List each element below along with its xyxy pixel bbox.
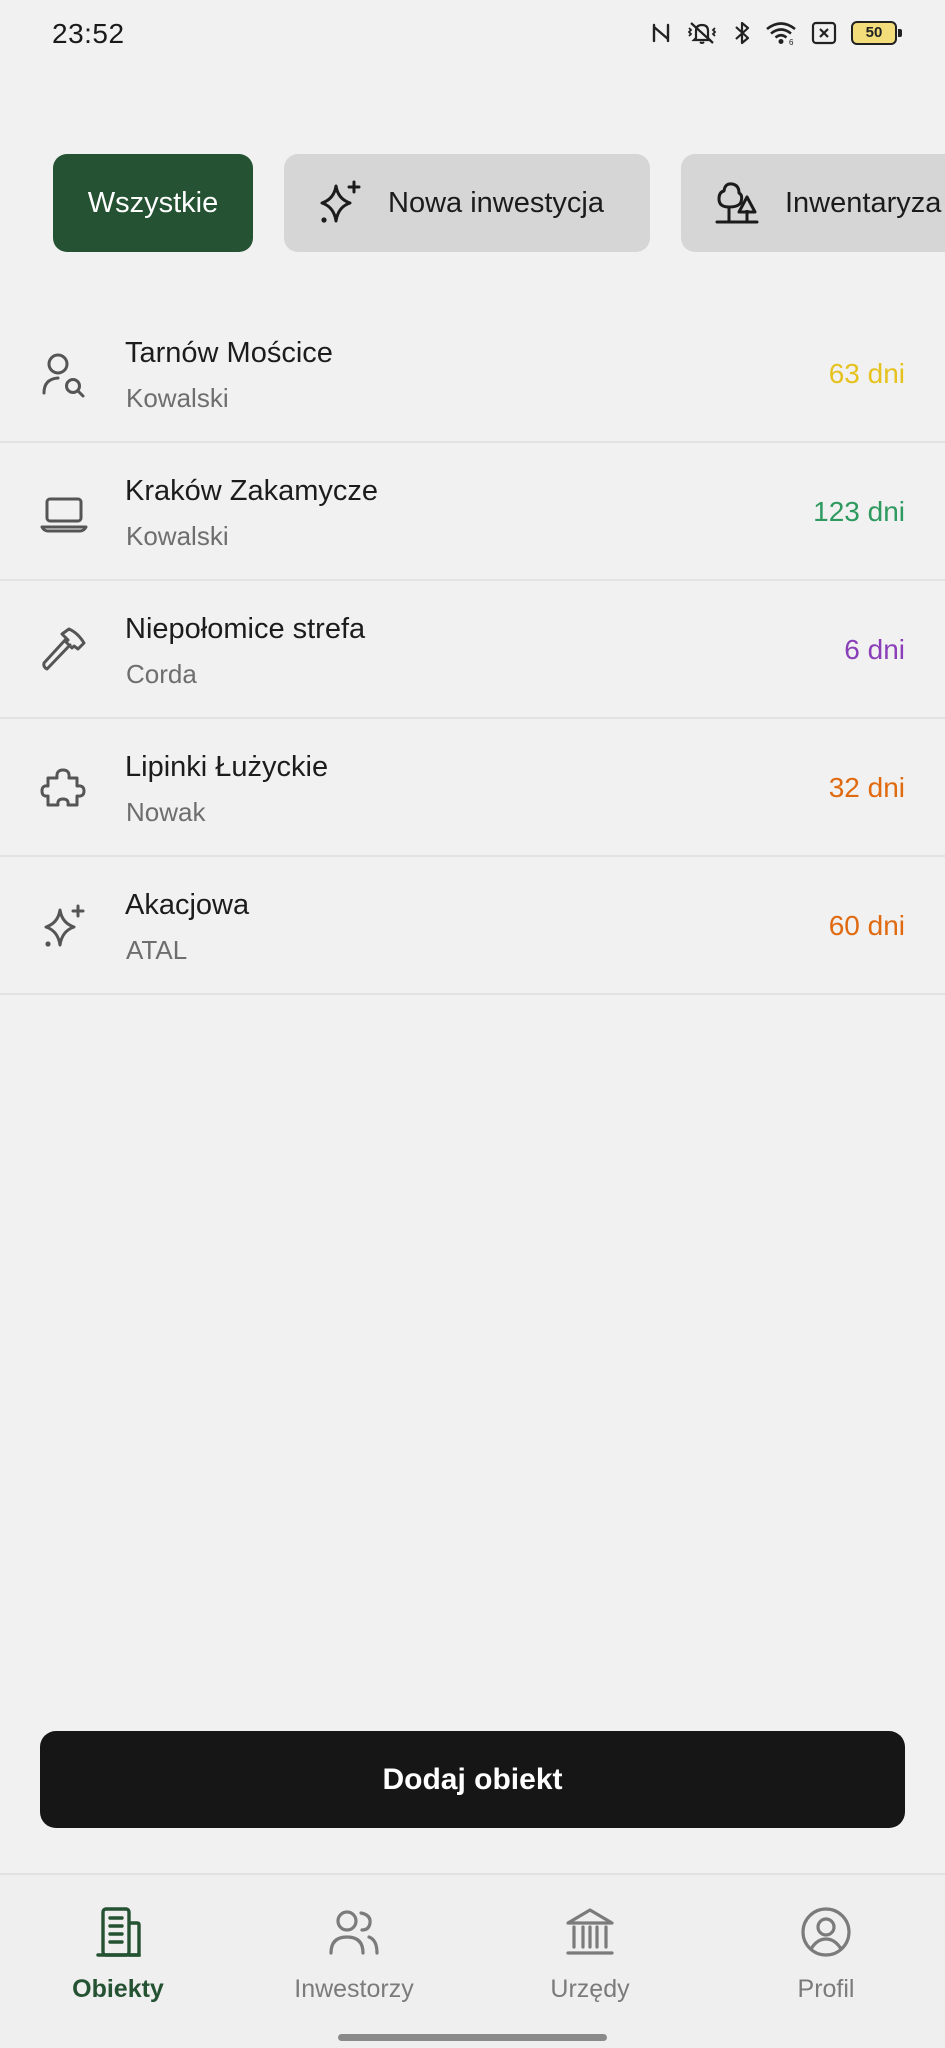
chip-all[interactable]: Wszystkie	[53, 154, 253, 252]
nav-label: Urzędy	[550, 1975, 630, 2003]
item-days: 32 dni	[828, 772, 905, 803]
vibrate-icon	[685, 20, 719, 46]
status-time: 23:52	[52, 18, 125, 49]
app-screen: 23:52 6 50 Wszystkie Nowa inwestycja Inw…	[0, 0, 945, 2048]
chip-new-investment-label: Nowa inwestycja	[388, 186, 604, 219]
objects-list: Tarnów Mościce Kowalski 63 dni Kraków Za…	[0, 305, 945, 995]
bank-icon	[561, 1903, 619, 1961]
sim-off-icon	[811, 21, 837, 45]
user-circle-icon	[797, 1903, 855, 1961]
item-days: 123 dni	[813, 496, 905, 527]
trees-icon	[711, 177, 763, 229]
item-subtitle: ATAL	[126, 935, 188, 965]
laptop-icon	[38, 487, 90, 539]
item-title: Kraków Zakamycze	[125, 475, 379, 507]
home-indicator[interactable]	[338, 2034, 607, 2041]
list-item[interactable]: Niepołomice strefa Corda 6 dni	[0, 581, 945, 719]
filter-chips: Wszystkie Nowa inwestycja Inwentaryza	[53, 154, 945, 252]
item-title: Niepołomice strefa	[125, 613, 366, 645]
nav-item-investors[interactable]: Inwestorzy	[236, 1875, 472, 2035]
nav-item-objects[interactable]: Obiekty	[0, 1875, 236, 2035]
wifi-icon: 6	[765, 21, 797, 45]
users-icon	[325, 1903, 383, 1961]
chip-inventory-label: Inwentaryza	[785, 186, 942, 219]
item-title: Akacjowa	[125, 889, 250, 921]
bottom-nav: Obiekty Inwestorzy Urzędy Profil	[0, 1873, 945, 2048]
item-title: Tarnów Mościce	[125, 337, 333, 369]
nfc-icon	[651, 21, 671, 45]
list-item[interactable]: Tarnów Mościce Kowalski 63 dni	[0, 305, 945, 443]
sparkles-icon	[38, 901, 90, 953]
building-icon	[89, 1903, 147, 1961]
nav-item-profile[interactable]: Profil	[708, 1875, 944, 2035]
sparkles-icon	[314, 177, 366, 229]
battery-icon: 50	[851, 21, 902, 45]
status-icons: 6 50	[651, 20, 902, 46]
item-days: 60 dni	[828, 910, 905, 941]
item-subtitle: Kowalski	[126, 521, 229, 551]
item-subtitle: Kowalski	[126, 383, 229, 413]
nav-label: Inwestorzy	[294, 1975, 414, 2003]
add-object-button[interactable]: Dodaj obiekt	[40, 1731, 905, 1828]
list-item[interactable]: Akacjowa ATAL 60 dni	[0, 857, 945, 995]
battery-level: 50	[865, 24, 883, 41]
user-search-icon	[38, 349, 90, 401]
list-item[interactable]: Lipinki Łużyckie Nowak 32 dni	[0, 719, 945, 857]
svg-text:6: 6	[789, 38, 794, 45]
puzzle-icon	[38, 763, 90, 815]
status-bar: 23:52 6 50	[0, 0, 945, 72]
item-title: Lipinki Łużyckie	[125, 751, 329, 783]
list-item[interactable]: Kraków Zakamycze Kowalski 123 dni	[0, 443, 945, 581]
chip-all-label: Wszystkie	[87, 186, 219, 219]
item-subtitle: Corda	[126, 659, 197, 689]
axe-icon	[38, 625, 90, 677]
nav-item-offices[interactable]: Urzędy	[472, 1875, 708, 2035]
item-days: 6 dni	[844, 634, 905, 665]
item-days: 63 dni	[828, 358, 905, 389]
nav-label: Profil	[797, 1975, 855, 2003]
chip-inventory[interactable]: Inwentaryza	[681, 154, 945, 252]
chip-new-investment[interactable]: Nowa inwestycja	[284, 154, 650, 252]
nav-label: Obiekty	[72, 1975, 164, 2003]
item-subtitle: Nowak	[126, 797, 206, 827]
bluetooth-icon	[733, 20, 751, 46]
